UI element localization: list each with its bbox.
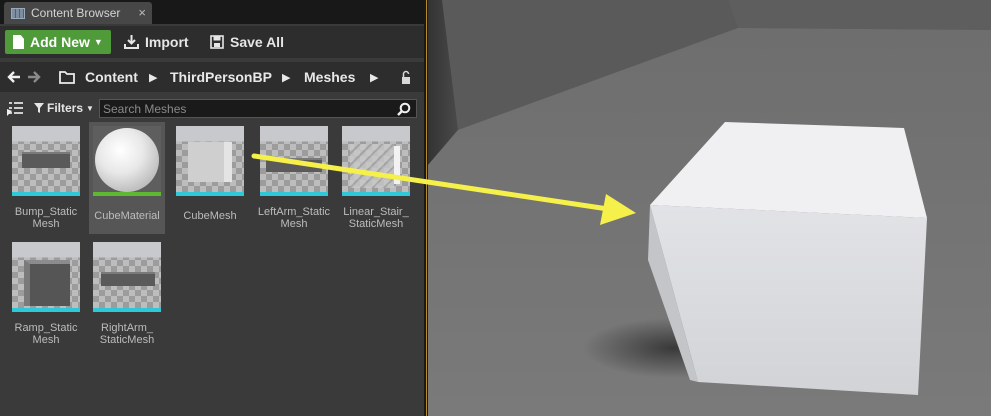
asset-type-bar (93, 192, 161, 196)
new-file-icon (13, 35, 24, 49)
toolbar: Add New ▼ Import Save All (0, 26, 424, 58)
save-all-label: Save All (230, 34, 284, 50)
import-label: Import (145, 34, 189, 50)
path-item-thirdpersonbp[interactable]: ThirdPersonBP (170, 69, 272, 85)
filters-button[interactable]: Filters ▼ (34, 101, 94, 115)
asset-thumbnail (93, 242, 161, 312)
lock-icon[interactable] (400, 70, 412, 85)
asset-type-bar (12, 308, 80, 312)
save-all-button[interactable]: Save All (210, 30, 284, 54)
add-new-label: Add New (30, 34, 90, 50)
search-input[interactable] (103, 101, 388, 116)
tab-label: Content Browser (31, 6, 121, 20)
sources-panel-toggle-icon[interactable] (7, 101, 24, 116)
path-separator-icon[interactable]: ▶ (370, 71, 378, 84)
asset-thumbnail (12, 126, 80, 196)
dropdown-caret-icon: ▼ (93, 37, 103, 47)
asset-name: Ramp_Static Mesh (14, 322, 78, 346)
forward-arrow-icon[interactable] (27, 70, 41, 84)
back-arrow-icon[interactable] (7, 70, 21, 84)
asset-thumbnail (176, 126, 244, 196)
path-item-meshes[interactable]: Meshes (304, 69, 355, 85)
path-separator-icon[interactable]: ▶ (282, 71, 290, 84)
asset-type-bar (12, 192, 80, 196)
asset-tile-bump-static-mesh[interactable]: Bump_Static Mesh (8, 122, 84, 234)
asset-thumbnail (342, 126, 410, 196)
asset-name: RightArm_ StaticMesh (99, 322, 155, 346)
path-item-content[interactable]: Content (85, 69, 138, 85)
import-button[interactable]: Import (124, 30, 189, 54)
asset-tile-cube-mesh[interactable]: CubeMesh (172, 122, 248, 234)
asset-grid: Bump_Static Mesh CubeMaterial CubeMesh L… (0, 122, 424, 416)
viewport-scene (428, 0, 991, 416)
asset-type-bar (260, 192, 328, 196)
asset-name: LeftArm_Static Mesh (257, 206, 331, 230)
asset-thumbnail (12, 242, 80, 312)
asset-name: CubeMesh (183, 210, 237, 222)
filter-row: Filters ▼ (0, 97, 424, 121)
top-wall (728, 0, 991, 30)
asset-thumbnail (260, 126, 328, 196)
asset-tile-ramp-static-mesh[interactable]: Ramp_Static Mesh (8, 238, 84, 350)
asset-tile-linear-stair-static-mesh[interactable]: Linear_Stair_ StaticMesh (338, 122, 414, 234)
folder-icon (59, 71, 75, 84)
tab-content-browser[interactable]: Content Browser × (4, 2, 152, 24)
asset-thumbnail (93, 126, 161, 196)
path-separator-icon[interactable]: ▶ (149, 71, 157, 84)
content-browser-icon (11, 7, 25, 19)
filters-label: Filters (47, 101, 84, 115)
close-icon[interactable]: × (138, 5, 146, 20)
path-bar: Content ▶ ThirdPersonBP ▶ Meshes ▶ (0, 62, 424, 92)
search-box (99, 99, 417, 118)
content-browser-panel: Content Browser × Add New ▼ Import Save … (0, 0, 425, 416)
add-new-button[interactable]: Add New ▼ (5, 30, 111, 54)
viewport-border (426, 0, 427, 416)
filter-icon (34, 103, 44, 113)
tab-strip: Content Browser × (0, 0, 424, 24)
asset-name: Bump_Static Mesh (14, 206, 78, 230)
asset-name: CubeMaterial (94, 210, 160, 222)
level-viewport[interactable] (428, 0, 991, 416)
search-icon[interactable] (397, 102, 411, 116)
asset-tile-leftarm-static-mesh[interactable]: LeftArm_Static Mesh (256, 122, 332, 234)
dropdown-caret-icon: ▼ (86, 103, 94, 113)
save-icon (210, 35, 224, 49)
asset-type-bar (93, 308, 161, 312)
import-icon (124, 35, 139, 49)
asset-type-bar (342, 192, 410, 196)
asset-type-bar (176, 192, 244, 196)
asset-tile-cube-material[interactable]: CubeMaterial (89, 122, 165, 234)
asset-name: Linear_Stair_ StaticMesh (343, 206, 409, 230)
asset-tile-rightarm-static-mesh[interactable]: RightArm_ StaticMesh (89, 238, 165, 350)
